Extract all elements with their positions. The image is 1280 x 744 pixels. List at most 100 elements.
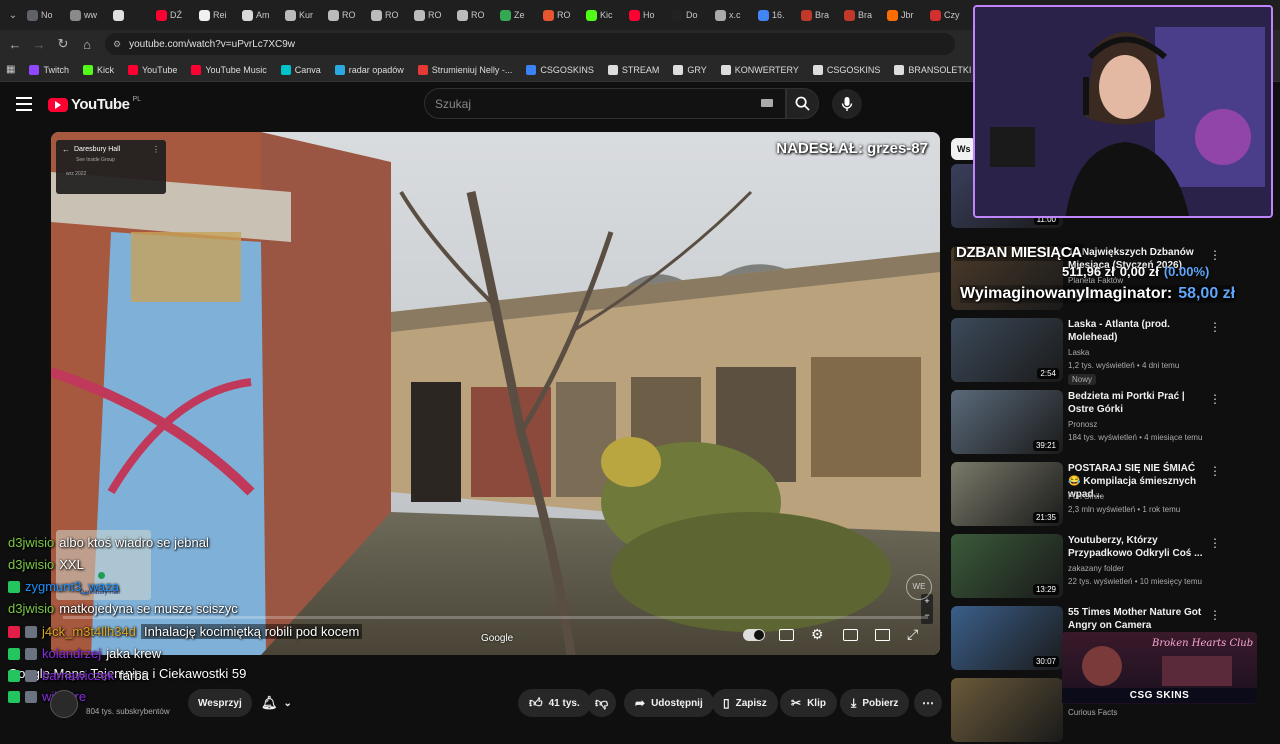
browser-tab[interactable]: Do [667,3,710,27]
browser-tab[interactable]: Bra [839,3,882,27]
menu-icon[interactable] [16,97,32,111]
notifications-button[interactable]: 🔔︎ ⌄ [250,689,303,717]
video-thumbnail[interactable] [951,678,1063,742]
place-info-card[interactable]: ← Daresbury Hall ⋮ See Inside Group wrz … [56,140,166,194]
video-title[interactable]: Youtuberzy, Którzy Przypadkowo Odkryli C… [1068,534,1208,560]
bookmark-item[interactable]: CSGOSKINS [812,64,880,75]
browser-tab[interactable]: Czy [925,3,968,27]
channel-name[interactable]: Pronosz [1068,420,1097,429]
channel-name[interactable]: Laska [1068,348,1089,357]
browser-tab[interactable]: 16. [753,3,796,27]
bookmark-item[interactable]: Kick [82,64,114,75]
video-title[interactable]: Bedzieta mi Portki Prać | Ostre Górki [1068,390,1208,416]
video-thumbnail[interactable]: 39:21 [951,390,1063,454]
settings-gear-icon[interactable]: ⚙ [811,626,824,643]
save-button[interactable]: ▯ Zapisz [712,689,778,717]
bookmark-item[interactable]: radar opadów [334,64,404,75]
keyboard-icon[interactable] [761,99,773,107]
video-title[interactable]: Laska - Atlanta (prod. Molehead) [1068,318,1208,344]
browser-tab[interactable]: x.c [710,3,753,27]
channel-name[interactable]: Fun Smile [1068,492,1104,501]
video-thumbnail[interactable]: 2:54 [951,318,1063,382]
bookmark-item[interactable]: YouTube Music [191,64,267,75]
theater-mode-icon[interactable] [875,629,890,641]
progress-bar[interactable] [63,616,928,619]
channel-name[interactable]: Curious Facts [1068,708,1117,717]
bookmark-item[interactable]: CSGOSKINS [526,64,594,75]
bookmark-item[interactable]: STREAM [607,64,659,75]
browser-tab[interactable]: Am [237,3,280,27]
browser-tab[interactable]: Bra [796,3,839,27]
youtube-logo[interactable]: YouTube PL [48,96,141,113]
more-vert-icon[interactable]: ⋮ [152,145,160,154]
support-button[interactable]: Wesprzyj [188,689,252,717]
bookmark-item[interactable]: Canva [280,64,321,75]
bookmark-item[interactable]: BRANSOLETKI [894,64,971,75]
bookmark-label: Twitch [43,64,69,75]
tab-favicon-icon [801,9,812,21]
back-arrow-icon[interactable]: ← [62,145,70,154]
tab-label: Czy [944,10,960,20]
browser-tab[interactable]: ww [65,3,108,27]
search-button[interactable] [786,88,819,119]
site-info-icon[interactable]: ⚙ [113,39,121,50]
channel-avatar[interactable] [50,690,78,718]
video-thumbnail[interactable]: 21:35 [951,462,1063,526]
bookmark-item[interactable]: Strumieniuj Nelly -... [417,64,512,75]
more-vert-icon[interactable]: ⋮ [1209,392,1221,406]
browser-tab[interactable]: Jbr [882,3,925,27]
recommended-video[interactable]: 2:54 Laska - Atlanta (prod. Molehead) ⋮ Las… [951,318,1271,385]
bookmark-item[interactable]: Twitch [29,64,69,75]
more-vert-icon[interactable]: ⋮ [1209,464,1221,478]
browser-tab[interactable]: Kic [581,3,624,27]
recommended-video[interactable]: 39:21 Bedzieta mi Portki Prać | Ostre Gór… [951,390,1271,456]
autoplay-toggle[interactable] [743,629,765,641]
browser-tab[interactable] [108,3,151,27]
address-bar[interactable]: ⚙ youtube.com/watch?v=uPvrLc7XC9w [105,33,955,55]
bookmark-item[interactable]: YouTube [127,64,177,75]
bookmark-item[interactable]: KONWERTERY [720,64,799,75]
clip-button[interactable]: ✂ Klip [780,689,837,717]
dislike-button[interactable]: 👎︎ [587,689,617,717]
reload-button[interactable]: ↻ [51,32,75,56]
browser-tab[interactable]: RO [538,3,581,27]
chat-badge-icon [8,625,20,638]
search-input[interactable]: Szukaj [424,88,786,119]
forward-button[interactable]: → [27,32,51,56]
video-thumbnail[interactable]: 13:29 [951,534,1063,598]
bookmark-item[interactable]: GRY [673,64,707,75]
video-player[interactable]: ← Daresbury Hall ⋮ See Inside Group wrz … [51,132,940,655]
like-button[interactable]: 👍︎ 41 tys. [518,689,591,717]
browser-tab[interactable]: RO [452,3,495,27]
browser-tab[interactable]: No [22,3,65,27]
miniplayer-icon[interactable] [843,629,858,641]
subtitles-icon[interactable] [779,629,794,641]
browser-tab[interactable]: Ho [624,3,667,27]
share-button[interactable]: ➦ Udostępnij [624,689,714,717]
browser-tab[interactable]: RO [366,3,409,27]
home-button[interactable]: ⌂ [75,32,99,56]
browser-tab[interactable]: Rei [194,3,237,27]
thumbs-down-icon: 👎︎ [595,695,609,710]
recommended-video[interactable]: 21:35 POSTARAJ SIĘ NIE ŚMIAĆ 😂 Kompilacja… [951,462,1271,528]
download-button[interactable]: ⤓ Pobierz [840,689,910,717]
voice-search-button[interactable] [832,89,862,119]
tab-search-button[interactable]: ⌄ [4,3,22,27]
more-vert-icon[interactable]: ⋮ [1209,536,1221,550]
browser-tab[interactable]: RO [323,3,366,27]
browser-tab[interactable]: Ze [495,3,538,27]
video-title[interactable]: 55 Times Mother Nature Got Angry on Came… [1068,606,1208,632]
apps-grid-icon[interactable]: ▦ [6,64,15,75]
back-button[interactable]: ← [3,32,27,56]
more-actions-button[interactable]: ⋯ [914,689,942,717]
browser-tab[interactable]: DŹ [151,3,194,27]
fullscreen-icon[interactable]: ⤢ [907,626,918,643]
more-vert-icon[interactable]: ⋮ [1209,320,1221,334]
browser-tab[interactable]: Kur [280,3,323,27]
browser-tab[interactable]: RO [409,3,452,27]
more-vert-icon[interactable]: ⋮ [1209,248,1221,262]
channel-name[interactable]: zakazany folder [1068,564,1124,573]
recommended-video[interactable]: 13:29 Youtuberzy, Którzy Przypadkowo Odkr… [951,534,1271,600]
video-thumbnail[interactable]: 30:07 [951,606,1063,670]
more-vert-icon[interactable]: ⋮ [1209,608,1221,622]
